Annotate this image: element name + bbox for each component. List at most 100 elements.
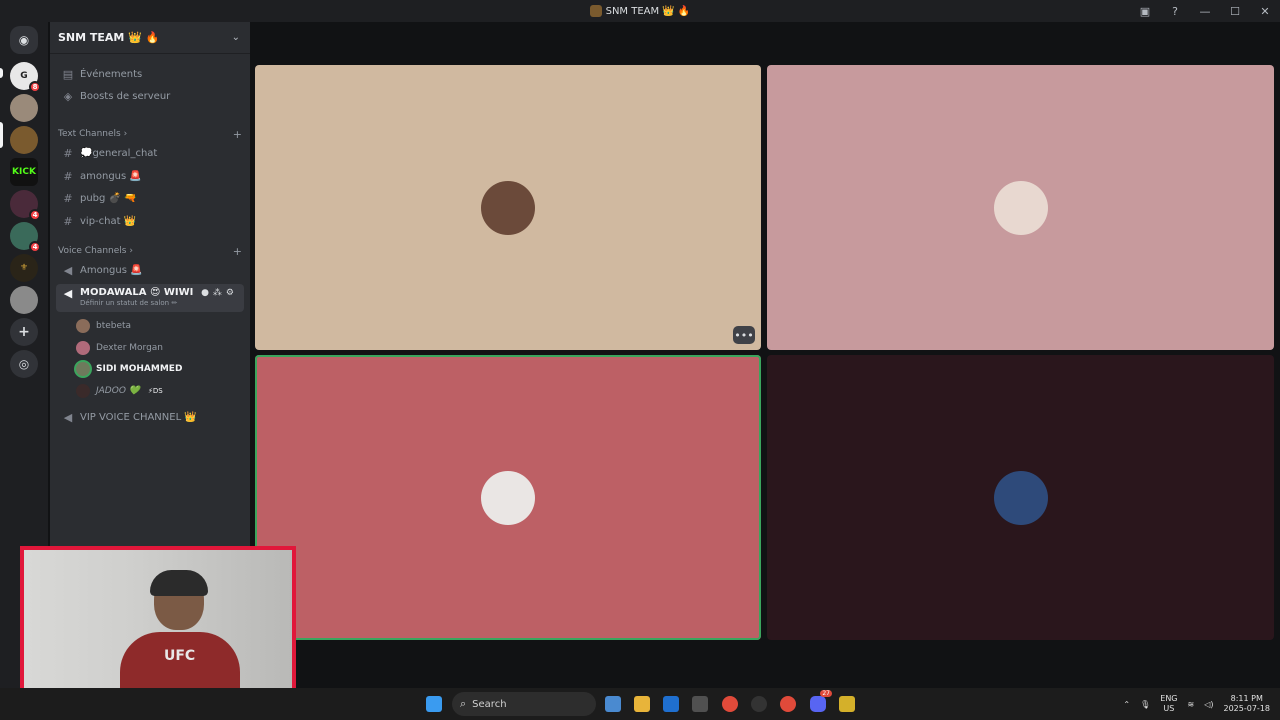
channel-status[interactable]: Définir un statut de salon ✏ (80, 299, 193, 307)
channel-label: VIP VOICE CHANNEL 👑 (80, 411, 197, 423)
wifi-icon[interactable]: ≋ (1188, 700, 1195, 709)
events-item[interactable]: ▤ Événements (56, 64, 244, 84)
member-name: JADOO 💚 (96, 386, 140, 396)
speaker-icon: ◀ (63, 287, 73, 300)
server-header[interactable]: SNM TEAM 👑 🔥 ⌄ (50, 22, 250, 54)
server-icon-8[interactable] (10, 286, 38, 314)
chat-icon[interactable]: ● (201, 288, 213, 298)
server-icon-1[interactable]: G8 (10, 62, 41, 93)
chevron-down-icon: ⌄ (231, 32, 240, 43)
participant-tile[interactable] (767, 355, 1274, 640)
channel-actions: ●⁂⚙ (201, 288, 238, 298)
channel-label: vip-chat 👑 (80, 215, 137, 227)
steam-icon[interactable] (751, 696, 767, 712)
store-icon[interactable] (692, 696, 708, 712)
taskbar-search[interactable]: ⌕ Search (452, 692, 596, 716)
voice-member[interactable]: Dexter Morgan (76, 338, 163, 358)
voice-member[interactable]: JADOO 💚 ⚡DS (76, 381, 163, 401)
speaker-icon: ◀ (63, 263, 73, 277)
outlook-icon[interactable] (663, 696, 679, 712)
member-name: SIDI MOHAMMED (96, 364, 183, 374)
search-placeholder: Search (472, 698, 507, 710)
chrome-icon[interactable] (780, 696, 796, 712)
participant-tile[interactable] (767, 65, 1274, 350)
mention-badge: 8 (29, 81, 41, 93)
boost-icon: ◈ (63, 89, 73, 103)
system-tray: ⌃ 🎙 ENG US ≋ ◁) 8:11 PM 2025-07-18 (1123, 688, 1270, 720)
avatar (481, 180, 535, 235)
file-explorer-icon[interactable] (634, 696, 650, 712)
text-channels-category[interactable]: Text Channels › + (58, 126, 242, 142)
channel-pubg[interactable]: # pubg 💣 🔫 (56, 188, 244, 208)
server-icon-2[interactable] (10, 94, 38, 122)
voice-channels-category[interactable]: Voice Channels › + (58, 243, 242, 259)
minimize-button[interactable]: — (1190, 5, 1220, 18)
start-icon[interactable] (426, 696, 442, 712)
voice-channel-vip[interactable]: ◀ VIP VOICE CHANNEL 👑 (56, 407, 244, 427)
avatar (993, 470, 1048, 525)
window-controls: ▣ ? — ☐ ✕ (1130, 0, 1280, 22)
shirt-text: UFC (164, 648, 196, 664)
channel-amongus[interactable]: # amongus 🚨 (56, 166, 244, 186)
language-indicator[interactable]: ENG US (1160, 694, 1177, 714)
channel-label: Amongus 🚨 (80, 264, 143, 276)
member-tag: ⚡DS (147, 387, 163, 395)
discover-icon[interactable]: ◎ (10, 350, 38, 378)
hashtag-icon: # (63, 191, 73, 205)
add-channel-icon[interactable]: + (233, 128, 242, 141)
widget-icon[interactable] (605, 696, 621, 712)
avatar (76, 341, 90, 355)
title-bar: SNM TEAM 👑 🔥 ▣ ? — ☐ ✕ (0, 0, 1280, 22)
channel-label: amongus 🚨 (80, 170, 142, 182)
hashtag-icon: # (63, 169, 73, 183)
add-channel-icon[interactable]: + (233, 245, 242, 258)
inbox-icon[interactable]: ▣ (1130, 5, 1160, 18)
server-name: SNM TEAM 👑 🔥 (58, 31, 160, 44)
server-icon-kick[interactable]: KICK (10, 158, 38, 186)
voice-member[interactable]: SIDI MOHAMMED (76, 359, 182, 379)
channel-general-chat[interactable]: # 💭general_chat (56, 143, 244, 163)
avatar (481, 470, 535, 525)
discord-icon[interactable]: 27 (810, 690, 832, 712)
server-icon-5[interactable]: 4 (10, 190, 41, 221)
volume-icon[interactable]: ◁) (1204, 700, 1213, 709)
close-button[interactable]: ✕ (1250, 5, 1280, 18)
server-mini-icon (589, 5, 602, 17)
more-options-button[interactable]: ••• (733, 326, 755, 344)
add-server-icon[interactable]: + (10, 318, 38, 346)
app-icon[interactable] (839, 696, 855, 712)
participant-tile[interactable]: ••• (255, 65, 761, 350)
chevron-up-icon[interactable]: ⌃ (1123, 700, 1130, 709)
windows-taskbar: ⌕ Search 27 ⌃ 🎙 ENG US ≋ ◁) 8:11 PM 2025… (0, 688, 1280, 720)
webcam-overlay: UFC (20, 546, 296, 706)
avatar (76, 319, 90, 333)
chrome-icon[interactable] (722, 696, 738, 712)
window-title: SNM TEAM 👑 🔥 (589, 5, 690, 17)
hashtag-icon: # (63, 214, 73, 228)
maximize-button[interactable]: ☐ (1220, 5, 1250, 18)
boosts-item[interactable]: ◈ Boosts de serveur (56, 86, 244, 106)
mic-icon[interactable]: 🎙 (1140, 700, 1150, 709)
channel-vip-chat[interactable]: # vip-chat 👑 (56, 211, 244, 231)
voice-stage: ••• (250, 22, 1280, 688)
voice-member[interactable]: btebeta (76, 316, 131, 336)
clock[interactable]: 8:11 PM 2025-07-18 (1224, 694, 1271, 714)
unread-pill (0, 68, 3, 78)
participant-tile-speaking[interactable] (255, 355, 761, 640)
server-icon-7[interactable]: ⚜ (10, 254, 38, 282)
streamer: UFC (120, 570, 240, 704)
hashtag-icon: # (63, 146, 73, 160)
speaker-icon: ◀ (63, 410, 73, 424)
server-icon-6[interactable]: 4 (10, 222, 41, 253)
gear-icon[interactable]: ⚙ (226, 288, 238, 298)
help-icon[interactable]: ? (1160, 5, 1190, 18)
voice-channel-modawala[interactable]: ◀ MODAWALA 😍 WIWI Définir un statut de s… (56, 284, 244, 312)
member-name: Dexter Morgan (96, 343, 164, 353)
channel-label: pubg 💣 🔫 (80, 192, 137, 204)
server-icon-snm[interactable] (10, 126, 38, 154)
voice-channel-amongus[interactable]: ◀ Amongus 🚨 (56, 260, 244, 280)
discord-home-icon[interactable]: ◉ (10, 26, 38, 54)
channel-label: 💭general_chat (80, 147, 158, 159)
calendar-icon: ▤ (62, 67, 74, 81)
invite-icon[interactable]: ⁂ (213, 288, 226, 298)
